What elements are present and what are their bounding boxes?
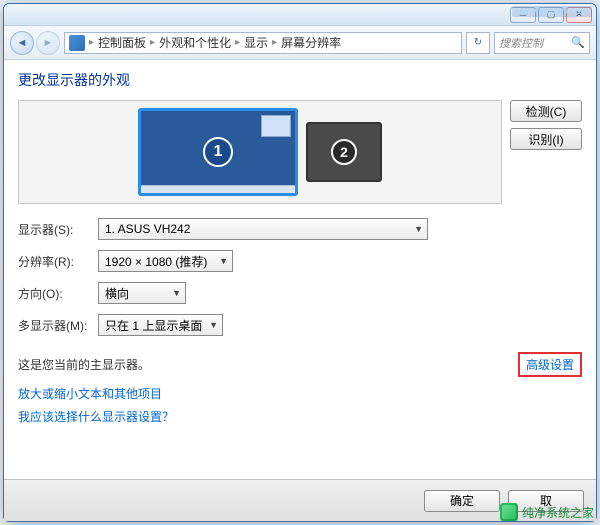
chevron-right-icon: ▸ xyxy=(150,37,155,48)
text-size-link[interactable]: 放大或缩小文本和其他项目 xyxy=(18,385,582,402)
detect-button[interactable]: 检测(C) xyxy=(510,100,582,122)
chevron-right-icon: ▸ xyxy=(235,37,240,48)
dropdown-value: 只在 1 上显示桌面 xyxy=(105,317,202,334)
chevron-down-icon: ▼ xyxy=(219,256,228,266)
chevron-down-icon: ▼ xyxy=(172,288,181,298)
dropdown-value: 1920 × 1080 (推荐) xyxy=(105,253,207,270)
taskbar-thumb xyxy=(141,185,295,193)
control-panel-icon xyxy=(69,35,85,51)
watermark: 纯净系统之家 xyxy=(500,503,594,521)
advanced-settings-link[interactable]: 高级设置 xyxy=(518,352,582,377)
breadcrumb-item[interactable]: 外观和个性化 xyxy=(159,34,231,51)
orientation-row: 方向(O): 横向 ▼ xyxy=(18,282,582,304)
content: www.ycwzjy.com 更改显示器的外观 1 2 检测(C) 识别(I) … xyxy=(4,60,596,479)
window: ─ ▢ ✕ ◄ ► ▸ 控制面板 ▸ 外观和个性化 ▸ 显示 ▸ 屏幕分辨率 ↻… xyxy=(3,3,597,522)
search-icon: 🔍 xyxy=(571,36,585,49)
multi-dropdown[interactable]: 只在 1 上显示桌面 ▼ xyxy=(98,314,223,336)
dropdown-value: 横向 xyxy=(105,285,129,302)
chevron-down-icon: ▼ xyxy=(209,320,218,330)
breadcrumb-item[interactable]: 控制面板 xyxy=(98,34,146,51)
breadcrumb-item[interactable]: 显示 xyxy=(244,34,268,51)
refresh-dropdown[interactable]: ↻ xyxy=(466,32,490,54)
identify-button[interactable]: 识别(I) xyxy=(510,128,582,150)
search-placeholder: 搜索控制 xyxy=(499,35,543,51)
breadcrumb-item[interactable]: 屏幕分辨率 xyxy=(281,34,341,51)
form: 显示器(S): 1. ASUS VH242 ▼ 分辨率(R): 1920 × 1… xyxy=(18,218,582,346)
watermark-text: 纯净系统之家 xyxy=(522,504,594,521)
chevron-right-icon: ▸ xyxy=(89,37,94,48)
breadcrumb[interactable]: ▸ 控制面板 ▸ 外观和个性化 ▸ 显示 ▸ 屏幕分辨率 xyxy=(64,32,462,54)
monitor-number: 1 xyxy=(203,137,233,167)
forward-button[interactable]: ► xyxy=(36,31,60,55)
orientation-label: 方向(O): xyxy=(18,285,98,302)
ok-button[interactable]: 确定 xyxy=(424,490,500,512)
primary-note: 这是您当前的主显示器。 xyxy=(18,356,150,373)
orientation-dropdown[interactable]: 横向 ▼ xyxy=(98,282,186,304)
resolution-dropdown[interactable]: 1920 × 1080 (推荐) ▼ xyxy=(98,250,233,272)
side-buttons: 检测(C) 识别(I) xyxy=(510,100,582,204)
navbar: ◄ ► ▸ 控制面板 ▸ 外观和个性化 ▸ 显示 ▸ 屏幕分辨率 ↻ 搜索控制 … xyxy=(4,26,596,60)
monitor-number: 2 xyxy=(331,139,357,165)
monitor-preview[interactable]: 1 2 xyxy=(18,100,502,204)
note-row: 这是您当前的主显示器。 高级设置 xyxy=(18,352,582,377)
dropdown-value: 1. ASUS VH242 xyxy=(105,222,190,236)
chevron-down-icon: ▼ xyxy=(414,224,423,234)
resolution-label: 分辨率(R): xyxy=(18,253,98,270)
display-row: 显示器(S): 1. ASUS VH242 ▼ xyxy=(18,218,582,240)
multi-row: 多显示器(M): 只在 1 上显示桌面 ▼ xyxy=(18,314,582,336)
chevron-right-icon: ▸ xyxy=(272,37,277,48)
titlebar: ─ ▢ ✕ xyxy=(4,4,596,26)
display-dropdown[interactable]: 1. ASUS VH242 ▼ xyxy=(98,218,428,240)
page-title: 更改显示器的外观 xyxy=(18,70,582,90)
nav-arrows: ◄ ► xyxy=(10,31,60,55)
monitor-row: 1 2 检测(C) 识别(I) xyxy=(18,100,582,204)
back-button[interactable]: ◄ xyxy=(10,31,34,55)
watermark-icon xyxy=(500,503,518,521)
multi-label: 多显示器(M): xyxy=(18,317,98,334)
window-thumb-icon xyxy=(261,115,291,137)
monitor-1[interactable]: 1 xyxy=(138,108,298,196)
display-label: 显示器(S): xyxy=(18,221,98,238)
search-input[interactable]: 搜索控制 🔍 xyxy=(494,32,590,54)
which-settings-link[interactable]: 我应该选择什么显示器设置？ xyxy=(18,408,582,425)
monitor-2[interactable]: 2 xyxy=(306,122,382,182)
resolution-row: 分辨率(R): 1920 × 1080 (推荐) ▼ xyxy=(18,250,582,272)
